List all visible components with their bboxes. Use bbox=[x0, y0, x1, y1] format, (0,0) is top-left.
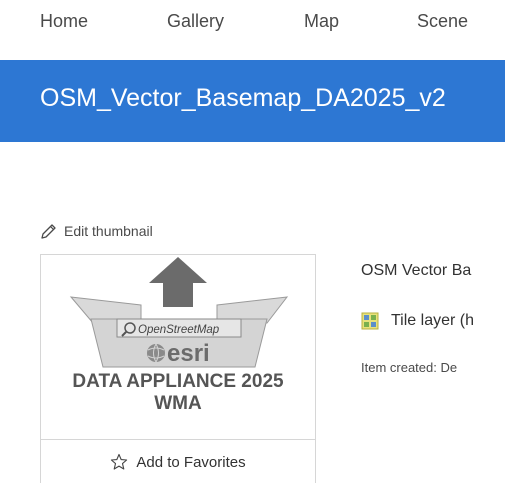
esri-globe-icon bbox=[147, 344, 165, 362]
arrow-up-icon bbox=[149, 257, 207, 307]
item-type-label: Tile layer (h bbox=[391, 312, 474, 329]
nav-gallery[interactable]: Gallery bbox=[167, 11, 224, 32]
osm-logo-text: OpenStreetMap bbox=[138, 324, 220, 336]
nav-map[interactable]: Map bbox=[304, 11, 339, 32]
page-title: OSM_Vector_Basemap_DA2025_v2 bbox=[40, 84, 446, 112]
thumbnail-caption-line1: DATA APPLIANCE 2025 bbox=[72, 371, 284, 392]
add-to-favorites-button[interactable]: Add to Favorites bbox=[41, 439, 315, 484]
nav-home[interactable]: Home bbox=[40, 11, 88, 32]
edit-thumbnail-label: Edit thumbnail bbox=[64, 223, 153, 239]
thumbnail-caption-line2: WMA bbox=[154, 393, 202, 414]
star-icon bbox=[111, 453, 128, 470]
top-nav: Home Gallery Map Scene bbox=[0, 0, 505, 44]
title-banner: OSM_Vector_Basemap_DA2025_v2 bbox=[0, 60, 505, 142]
pencil-icon bbox=[41, 223, 56, 239]
tile-layer-icon bbox=[361, 312, 379, 330]
esri-logo-text: esri bbox=[167, 340, 210, 367]
item-title: OSM Vector Ba bbox=[361, 262, 472, 279]
nav-scene[interactable]: Scene bbox=[417, 11, 468, 32]
thumbnail-card: OpenStreetMap esri DATA APPLIANCE 2025 W… bbox=[40, 254, 316, 483]
item-type: Tile layer (h bbox=[361, 310, 474, 332]
edit-thumbnail-link[interactable]: Edit thumbnail bbox=[40, 221, 153, 241]
item-created: Item created: De bbox=[361, 360, 458, 375]
add-to-favorites-label: Add to Favorites bbox=[136, 453, 246, 471]
